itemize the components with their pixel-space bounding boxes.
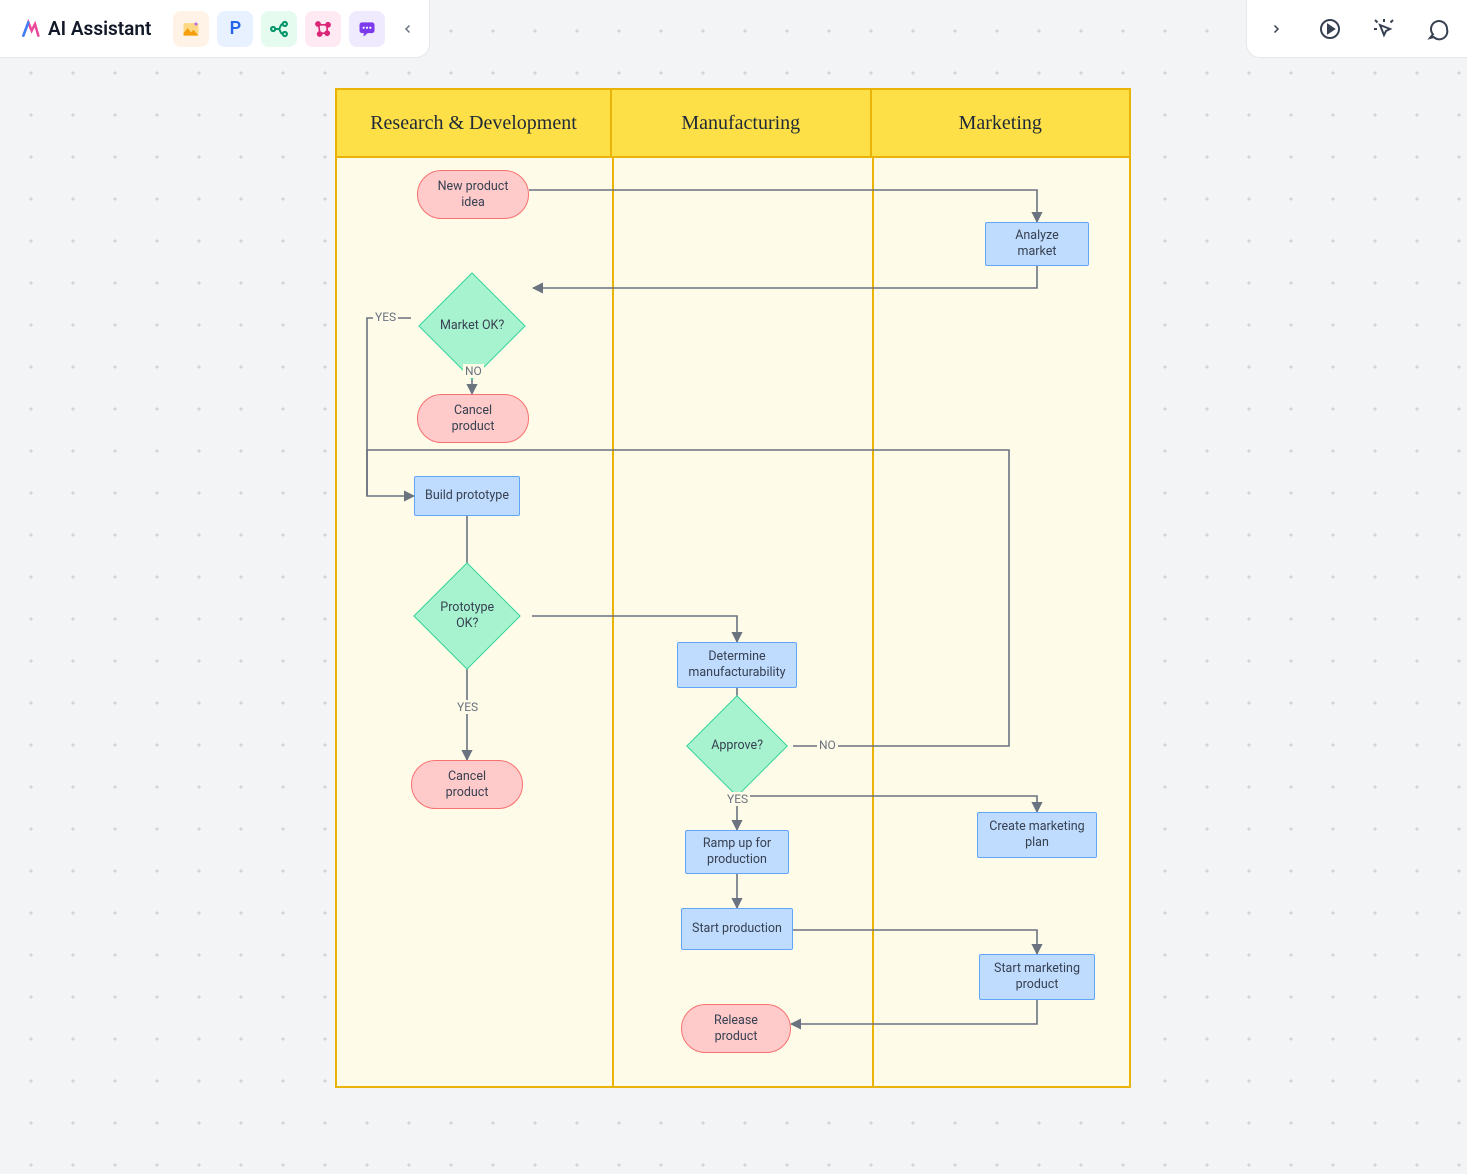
node-ramp-up-production[interactable]: Ramp up for production xyxy=(685,830,789,874)
edge-label-no: NO xyxy=(463,364,484,378)
node-label: Cancel product xyxy=(430,769,504,800)
node-release-product[interactable]: Release product xyxy=(681,1004,791,1053)
brand-logo-icon xyxy=(20,19,40,39)
flow-branch-icon xyxy=(269,19,289,39)
node-build-prototype[interactable]: Build prototype xyxy=(414,476,520,516)
node-cancel-product-2[interactable]: Cancel product xyxy=(411,760,523,809)
node-label: Prototype OK? xyxy=(430,600,504,631)
node-label: Market OK? xyxy=(435,318,509,334)
node-label: Cancel product xyxy=(436,403,510,434)
swimlane-headers: Research & Development Manufacturing Mar… xyxy=(337,90,1129,158)
node-label: Start marketing product xyxy=(990,961,1084,992)
nodes-graph-icon xyxy=(313,19,333,39)
node-label: Release product xyxy=(700,1013,772,1044)
lane-header-rd[interactable]: Research & Development xyxy=(337,90,612,156)
node-determine-manufacturability[interactable]: Determine manufacturability xyxy=(677,642,797,688)
node-start-production[interactable]: Start production xyxy=(681,908,793,950)
lane-separator-2 xyxy=(872,158,874,1086)
node-label: Start production xyxy=(692,921,782,937)
node-analyze-market[interactable]: Analyze market xyxy=(985,222,1089,266)
collapse-toolbar-button[interactable] xyxy=(395,5,421,53)
swimlane-diagram[interactable]: Research & Development Manufacturing Mar… xyxy=(335,88,1131,1088)
lane-separator-1 xyxy=(612,158,614,1086)
swimlane-body: New product idea Analyze market Market O… xyxy=(337,158,1129,1086)
node-label: Build prototype xyxy=(425,488,509,504)
tool-prototype-button[interactable]: P xyxy=(217,11,253,47)
play-circle-icon xyxy=(1318,17,1342,41)
comment-icon xyxy=(1426,17,1450,41)
expand-right-button[interactable] xyxy=(1263,16,1289,42)
tool-chat-button[interactable] xyxy=(349,11,385,47)
cursor-click-icon xyxy=(1372,17,1396,41)
chevron-right-icon xyxy=(1270,23,1282,35)
letter-p-icon: P xyxy=(230,18,242,39)
node-label: New product idea xyxy=(436,179,510,210)
node-label: Approve? xyxy=(702,738,772,754)
toolbar-right xyxy=(1246,0,1467,58)
edge-label-no: NO xyxy=(817,738,838,752)
node-approve[interactable]: Approve? xyxy=(686,695,788,797)
chat-bubble-icon xyxy=(357,19,377,39)
node-create-marketing-plan[interactable]: Create marketing plan xyxy=(977,812,1097,858)
brand: AI Assistant xyxy=(20,17,151,40)
node-label: Analyze market xyxy=(996,228,1078,259)
comment-button[interactable] xyxy=(1425,16,1451,42)
lane-header-marketing[interactable]: Marketing xyxy=(872,90,1130,156)
node-start-marketing-product[interactable]: Start marketing product xyxy=(979,954,1095,1000)
node-label: Determine manufacturability xyxy=(688,649,786,680)
edge-label-yes: YES xyxy=(725,792,750,806)
app-title: AI Assistant xyxy=(48,17,151,40)
image-sparkle-icon xyxy=(181,19,201,39)
toolbar-left: AI Assistant P xyxy=(0,0,430,58)
node-label: Create marketing plan xyxy=(988,819,1086,850)
chevron-left-icon xyxy=(402,23,414,35)
node-new-product-idea[interactable]: New product idea xyxy=(417,170,529,219)
tool-graph-button[interactable] xyxy=(305,11,341,47)
cursor-button[interactable] xyxy=(1371,16,1397,42)
edge-label-yes: YES xyxy=(455,700,480,714)
node-cancel-product-1[interactable]: Cancel product xyxy=(417,394,529,443)
node-label: Ramp up for production xyxy=(696,836,778,867)
edge-label-yes: YES xyxy=(373,310,398,324)
tool-flow-button[interactable] xyxy=(261,11,297,47)
tool-image-button[interactable] xyxy=(173,11,209,47)
lane-header-manufacturing[interactable]: Manufacturing xyxy=(612,90,872,156)
play-button[interactable] xyxy=(1317,16,1343,42)
node-prototype-ok[interactable]: Prototype OK? xyxy=(413,562,520,669)
tool-buttons: P xyxy=(173,11,385,47)
